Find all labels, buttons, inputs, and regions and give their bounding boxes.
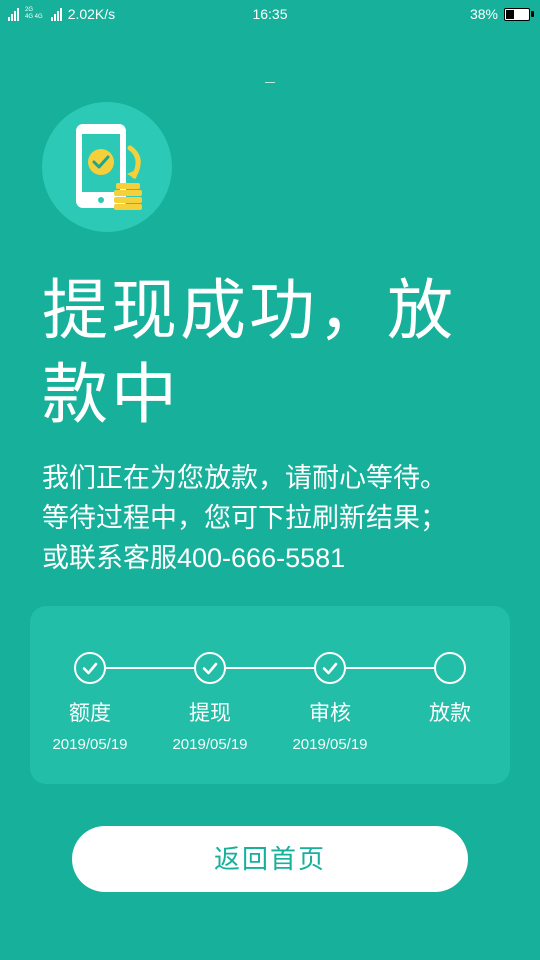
description-line-3[interactable]: 或联系客服400-666-5581	[42, 538, 512, 578]
clock: 16:35	[252, 6, 288, 22]
progress-steps-card: 额度 2019/05/19 提现 2019/05/19 审核 2019/05/1…	[30, 606, 510, 784]
battery-fill	[506, 9, 514, 19]
step-1-date: 2019/05/19	[52, 736, 128, 753]
step-4-label: 放款	[429, 702, 471, 725]
step-connector-2	[226, 667, 314, 669]
step-connector-1	[106, 667, 194, 669]
step-3-check-icon	[314, 652, 346, 684]
step-2-label: 提现	[189, 702, 231, 725]
return-home-button[interactable]: 返回首页	[72, 826, 468, 892]
top-divider	[265, 82, 275, 83]
phone-check-coins-icon	[42, 102, 172, 232]
battery-icon	[504, 7, 534, 21]
step-4-pending-icon	[434, 652, 466, 684]
step-1-label: 额度	[69, 702, 111, 725]
battery-percent: 38%	[469, 6, 498, 22]
status-right: 38%	[469, 0, 534, 28]
description-line-1: 我们正在为您放款，请耐心等待。	[42, 463, 447, 493]
step-2-check-icon	[194, 652, 226, 684]
status-bar: 2G 4G 4G 2.02K/s 16:35 38%	[0, 0, 540, 28]
step-3-label: 审核	[309, 702, 351, 725]
step-3-date: 2019/05/19	[292, 736, 368, 753]
illustration-svg	[76, 124, 142, 210]
description-line-2: 等待过程中，您可下拉刷新结果；	[42, 503, 447, 533]
step-1-check-icon	[74, 652, 106, 684]
page-title: 提现成功，放款中	[42, 273, 456, 431]
step-2-date: 2019/05/19	[172, 736, 248, 753]
step-connector-3	[346, 667, 434, 669]
description: 我们正在为您放款，请耐心等待。 等待过程中，您可下拉刷新结果； 或联系客服400…	[42, 458, 512, 578]
